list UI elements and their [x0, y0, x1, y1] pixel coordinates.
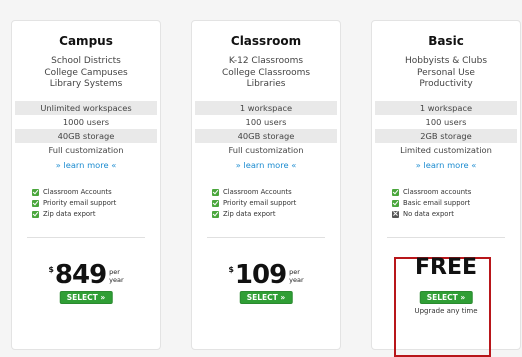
price-period-unit: year: [109, 276, 124, 284]
feature-users: 100 users: [245, 117, 287, 127]
price: $ 849 per year: [12, 257, 160, 288]
learn-more-link[interactable]: » learn more «: [12, 159, 160, 171]
feature-workspaces: 1 workspace: [195, 101, 337, 115]
divider: [387, 237, 505, 238]
check-label: No data export: [403, 210, 454, 218]
upgrade-note: Upgrade any time: [414, 307, 478, 315]
description-line: K-12 Classrooms: [228, 56, 304, 66]
checkbox-checked-icon: [212, 200, 219, 207]
checkbox-checked-icon: [32, 211, 39, 218]
checkbox-checked-icon: [212, 211, 219, 218]
plan-name: Campus: [59, 34, 113, 48]
price-period: per year: [109, 268, 124, 284]
feature-workspaces: Unlimited workspaces: [15, 101, 157, 115]
pricing-card-campus: Campus School Districts College Campuses…: [11, 20, 161, 350]
feature-users: 1000 users: [62, 117, 110, 127]
plan-description: School Districts College Campuses Librar…: [12, 56, 160, 92]
price-per: per: [289, 268, 300, 276]
price-currency: $: [48, 265, 54, 274]
plan-name: Classroom: [230, 34, 302, 48]
feature-storage: 40GB storage: [195, 129, 337, 143]
description-line: Library Systems: [49, 79, 123, 89]
check-item: Zip data export: [32, 209, 160, 220]
checkbox-cross-icon: [392, 208, 399, 220]
description-line: Personal Use: [417, 67, 475, 78]
checkbox-checked-icon: [212, 189, 219, 196]
check-item: Classroom Accounts: [32, 187, 160, 198]
description-line: College Campuses: [44, 67, 128, 78]
description-line: School Districts: [51, 56, 121, 66]
plan-name: Basic: [428, 34, 464, 48]
feature-list: Unlimited workspaces 1000 users 40GB sto…: [12, 101, 160, 157]
check-label: Classroom Accounts: [223, 188, 292, 196]
price: $ 109 per year: [192, 257, 340, 288]
check-item: Basic email support: [392, 198, 520, 209]
feature-list: 1 workspace 100 users 2GB storage Limite…: [372, 101, 520, 157]
check-list: Classroom accounts Basic email support N…: [372, 187, 520, 220]
pricing-card-basic: Basic Hobbyists & Clubs Personal Use Pro…: [371, 20, 521, 357]
divider: [207, 237, 325, 238]
check-item: Priority email support: [212, 198, 340, 209]
price-period-unit: year: [289, 276, 304, 284]
check-label: Zip data export: [223, 210, 276, 218]
feature-customization: Limited customization: [400, 145, 492, 155]
check-item: Zip data export: [212, 209, 340, 220]
check-label: Priority email support: [223, 199, 297, 207]
select-button-campus[interactable]: SELECT »: [59, 291, 113, 304]
feature-customization: Full customization: [228, 145, 304, 155]
feature-customization: Full customization: [48, 145, 124, 155]
checkbox-checked-icon: [32, 200, 39, 207]
select-button-basic[interactable]: SELECT »: [419, 291, 473, 304]
feature-list: 1 workspace 100 users 40GB storage Full …: [192, 101, 340, 157]
feature-workspaces: 1 workspace: [375, 101, 517, 115]
plan-description: Hobbyists & Clubs Personal Use Productiv…: [372, 56, 520, 92]
check-item: No data export: [392, 208, 520, 220]
price-free: FREE: [414, 255, 478, 280]
check-item: Classroom accounts: [392, 187, 520, 198]
checkbox-checked-icon: [392, 200, 399, 207]
checkbox-checked-icon: [392, 189, 399, 196]
price-period: per year: [289, 268, 304, 284]
check-item: Priority email support: [32, 198, 160, 209]
feature-storage: 40GB storage: [15, 129, 157, 143]
price-amount: 849: [54, 260, 107, 290]
check-label: Classroom Accounts: [43, 188, 112, 196]
check-label: Priority email support: [43, 199, 117, 207]
learn-more-link[interactable]: » learn more «: [372, 159, 520, 171]
feature-users: 100 users: [425, 117, 467, 127]
pricing-card-classroom: Classroom K-12 Classrooms College Classr…: [191, 20, 341, 350]
description-line: Libraries: [246, 79, 286, 89]
check-label: Classroom accounts: [403, 188, 472, 196]
price-per: per: [109, 268, 120, 276]
checkbox-checked-icon: [32, 189, 39, 196]
description-line: College Classrooms: [221, 67, 311, 78]
price-currency: $: [228, 265, 234, 274]
description-line: Hobbyists & Clubs: [404, 56, 488, 66]
check-label: Zip data export: [43, 210, 96, 218]
check-list: Classroom Accounts Priority email suppor…: [12, 187, 160, 220]
description-line: Productivity: [419, 79, 473, 89]
price-amount: 109: [234, 260, 287, 290]
check-label: Basic email support: [403, 199, 471, 207]
check-list: Classroom Accounts Priority email suppor…: [192, 187, 340, 220]
plan-description: K-12 Classrooms College Classrooms Libra…: [192, 56, 340, 92]
select-button-classroom[interactable]: SELECT »: [239, 291, 293, 304]
feature-storage: 2GB storage: [375, 129, 517, 143]
divider: [27, 237, 145, 238]
learn-more-link[interactable]: » learn more «: [192, 159, 340, 171]
check-item: Classroom Accounts: [212, 187, 340, 198]
